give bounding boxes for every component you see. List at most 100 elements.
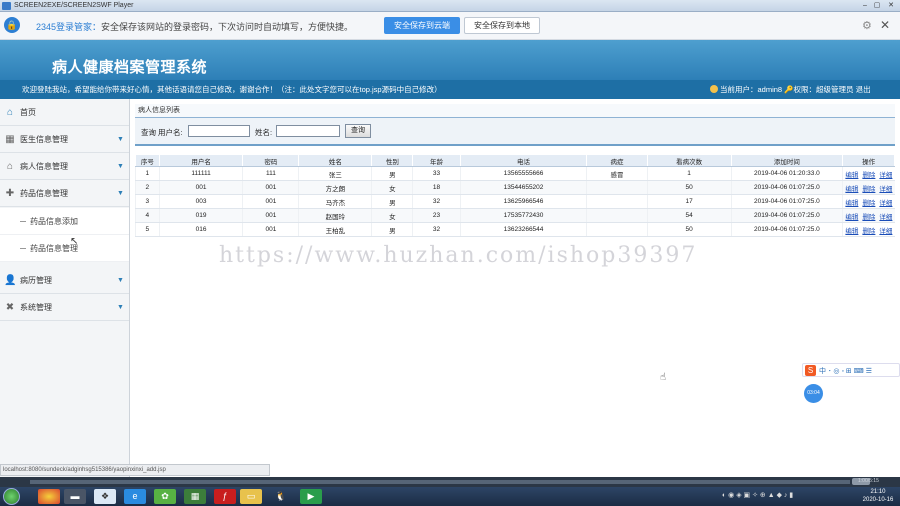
detail-link[interactable]: 详细	[879, 172, 892, 179]
welcome-bar: 欢迎登陆我站，希望能给你带来好心情，其他话语请您自己修改，谢谢合作！（注：此处文…	[0, 80, 900, 99]
table-cell: 111	[242, 166, 299, 181]
gear-icon[interactable]: ⚙	[862, 19, 872, 32]
table-cell: 男	[371, 166, 413, 181]
player-seekbar[interactable]: 1:00/5:15	[0, 477, 900, 487]
browser-icon[interactable]: e	[124, 489, 146, 504]
table-actions: 编辑 删除 详细	[842, 180, 895, 195]
table-cell: 男	[371, 222, 413, 237]
close-icon[interactable]: ✕	[880, 18, 890, 32]
folder-icon[interactable]: ▭	[240, 489, 262, 504]
sidebar-item-system[interactable]: ✖ 系统管理 ▼	[0, 294, 129, 321]
edit-link[interactable]: 编辑	[845, 228, 858, 235]
sidebar-subitem-medicine-add[interactable]: 药品信息添加	[0, 208, 129, 235]
table-cell: 2019-04-06 01:07:25.0	[730, 180, 843, 195]
detail-link[interactable]: 详细	[879, 186, 892, 193]
logout-link[interactable]: 退出	[856, 85, 871, 94]
role-value: 超级管理员	[816, 85, 854, 94]
table-actions: 编辑 删除 详细	[842, 194, 895, 209]
terminal-icon[interactable]: ▬	[64, 489, 86, 504]
delete-link[interactable]: 删除	[862, 172, 875, 179]
sidebar-item-label: 系统管理	[20, 303, 52, 312]
taskbar: ▬ ❖ e ✿ ▦ ƒ ▭ 🐧 ▶ ◐ ◉ ◈ ▣ ✧ ⊕ ▲ ◆ ♪ ▮ 21…	[0, 487, 900, 506]
seekbar-time: 1:00/5:15	[858, 478, 879, 484]
ime-toolbar[interactable]: S 中 ･ ◎ ◦ ⊞ ⌨ ☰	[802, 363, 900, 377]
role-label: 权限：	[793, 85, 817, 94]
chevron-down-icon: ▼	[117, 304, 124, 311]
apps-icon[interactable]: ❖	[94, 489, 116, 504]
save-local-button[interactable]: 安全保存到本地	[464, 17, 540, 34]
edit-link[interactable]: 编辑	[845, 186, 858, 193]
table-row: 2 001 001 方之朗女 18 13544655202 50 2019-04-06 01:…	[135, 180, 895, 195]
green-app-icon[interactable]: ✿	[154, 489, 176, 504]
maximize-button[interactable]: ▢	[872, 1, 882, 10]
detail-link[interactable]: 详细	[879, 228, 892, 235]
sidebar-item-doctor[interactable]: ▦ 医生信息管理 ▼	[0, 126, 129, 153]
table-cell: 32	[412, 194, 461, 209]
sidebar-item-patient[interactable]: ⌂ 病人信息管理 ▼	[0, 153, 129, 180]
detail-link[interactable]: 详细	[879, 200, 892, 207]
name-input[interactable]	[276, 125, 340, 137]
flash-icon[interactable]: ƒ	[214, 489, 236, 504]
user-label: 当前用户：	[720, 85, 758, 94]
sidebar-item-label: 药品信息管理	[20, 189, 68, 198]
username-input[interactable]	[188, 125, 250, 137]
table-cell: 33	[412, 166, 461, 181]
sidebar-item-home[interactable]: ⌂ 首页	[0, 99, 129, 126]
ime-tools[interactable]: 中 ･ ◎ ◦ ⊞ ⌨ ☰	[819, 366, 872, 376]
save-cloud-button[interactable]: 安全保存到云端	[384, 17, 460, 34]
chevron-down-icon: ▼	[117, 277, 124, 284]
minimize-button[interactable]: –	[860, 1, 870, 10]
edit-link[interactable]: 编辑	[845, 214, 858, 221]
sidebar-subitem-medicine-manage[interactable]: 药品信息管理	[0, 235, 129, 262]
table-actions: 编辑 删除 详细	[842, 208, 895, 223]
table-cell: 女	[371, 208, 413, 223]
delete-link[interactable]: 删除	[862, 200, 875, 207]
start-button[interactable]	[3, 488, 20, 505]
clock-date: 2020-10-16	[862, 497, 894, 503]
system-tray[interactable]: ◐ ◉ ◈ ▣ ✧ ⊕ ▲ ◆ ♪ ▮	[722, 491, 793, 499]
delete-link[interactable]: 删除	[862, 228, 875, 235]
table-cell: 50	[646, 180, 731, 195]
qq-icon[interactable]: 🐧	[270, 489, 292, 504]
player-icon[interactable]: ▶	[300, 489, 322, 504]
sidebar-item-label: 医生信息管理	[20, 135, 68, 144]
edit-link[interactable]: 编辑	[845, 200, 858, 207]
table-cell: 感冒	[586, 166, 648, 181]
sidebar-item-medicine[interactable]: ✚ 药品信息管理 ▼	[0, 180, 129, 207]
column-header: 操作	[842, 154, 895, 167]
username-label: 用户名:	[158, 128, 183, 137]
table-cell: 23	[412, 208, 461, 223]
table-cell: 13544655202	[459, 180, 587, 195]
edit-link[interactable]: 编辑	[845, 172, 858, 179]
patient-table: 序号 用户名 密码 姓名 性别 年龄 电话 病症 看病次数 添加时间 操作 1 111111 111 张三…	[135, 154, 895, 237]
player-app-icon	[2, 2, 11, 10]
arrow-cursor-icon: ↖	[70, 236, 79, 247]
table-cell: 赵国玲	[298, 208, 372, 223]
delete-link[interactable]: 删除	[862, 214, 875, 221]
table-cell: 3	[135, 194, 160, 209]
close-window-button[interactable]: ✕	[886, 1, 896, 10]
detail-link[interactable]: 详细	[879, 214, 892, 221]
clock[interactable]: 21:10 2020-10-16	[858, 488, 898, 504]
house-icon: ⌂	[6, 161, 14, 172]
sidebar-item-records[interactable]: 👤 病历管理 ▼	[0, 267, 129, 294]
table-cell	[586, 208, 648, 223]
tree-line	[20, 221, 26, 222]
table-cell: 4	[135, 208, 160, 223]
column-header: 添加时间	[730, 154, 844, 167]
search-button[interactable]: 查询	[345, 124, 371, 138]
tree-line	[20, 248, 26, 249]
chrome-icon[interactable]	[38, 489, 60, 504]
seekbar-track[interactable]	[30, 480, 850, 484]
table-actions: 编辑 删除 详细	[842, 166, 895, 181]
table-cell	[586, 194, 648, 209]
excel-icon[interactable]: ▦	[184, 489, 206, 504]
delete-link[interactable]: 删除	[862, 186, 875, 193]
home-icon: ⌂	[6, 107, 14, 118]
table-cell: 2019-04-06 01:07:25.0	[730, 194, 843, 209]
column-header: 姓名	[298, 154, 373, 167]
person-icon: 👤	[4, 275, 17, 286]
floating-timer-ball[interactable]: 03:04	[804, 384, 823, 403]
chevron-down-icon: ▼	[117, 136, 124, 143]
player-title-text: SCREEN2EXE/SCREEN2SWF Player	[14, 2, 134, 9]
